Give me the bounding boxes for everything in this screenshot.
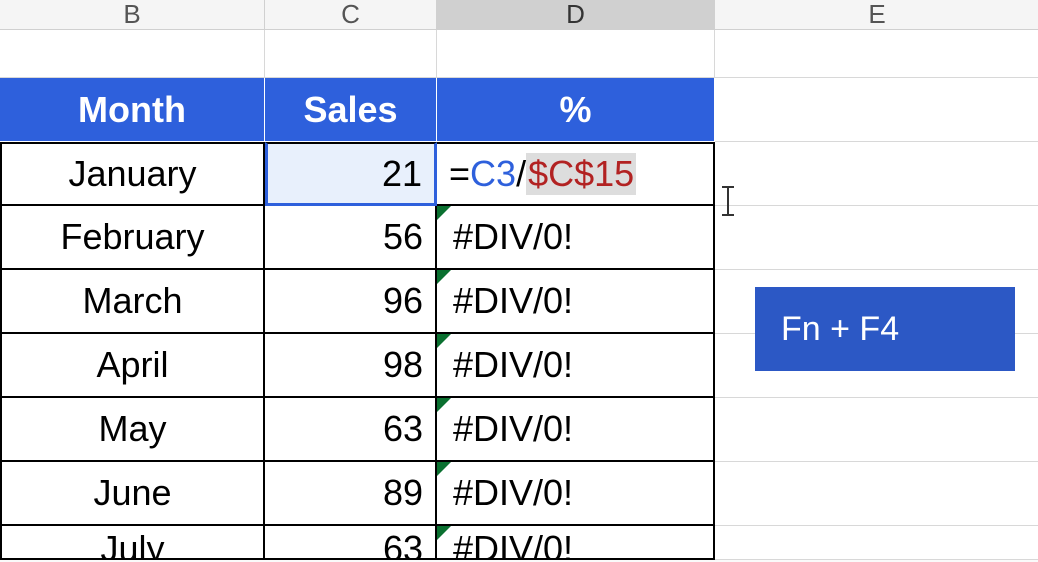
cell-empty[interactable] (715, 462, 1038, 526)
column-sales: Sales 21 56 96 98 63 89 63 (265, 30, 437, 560)
cell-sales[interactable]: 96 (265, 270, 437, 334)
shortcut-callout: Fn + F4 (755, 287, 1015, 371)
header-pct[interactable]: % (437, 78, 715, 142)
cell-empty[interactable] (715, 526, 1038, 560)
cell-sales[interactable]: 63 (265, 526, 437, 560)
error-indicator-icon (437, 462, 451, 476)
cell-month[interactable]: March (0, 270, 265, 334)
text-cursor-icon (722, 186, 734, 216)
cell-sales[interactable]: 63 (265, 398, 437, 462)
error-text: #DIV/0! (453, 216, 573, 258)
cell-empty[interactable] (265, 30, 437, 78)
cell-empty[interactable] (715, 206, 1038, 270)
col-header-b[interactable]: B (0, 0, 265, 30)
error-indicator-icon (437, 206, 451, 220)
error-text: #DIV/0! (453, 408, 573, 450)
spreadsheet-grid: B C D E Month January February March Apr… (0, 0, 1038, 560)
cell-month[interactable]: February (0, 206, 265, 270)
formula-divide: / (516, 153, 526, 195)
cell-empty[interactable] (437, 30, 715, 78)
formula-equals: = (449, 153, 470, 195)
cell-month[interactable]: April (0, 334, 265, 398)
cell-pct-error[interactable]: #DIV/0! (437, 206, 715, 270)
cell-pct-error[interactable]: #DIV/0! (437, 398, 715, 462)
error-indicator-icon (437, 270, 451, 284)
cell-empty[interactable] (715, 78, 1038, 142)
formula-ref-absolute: $C$15 (526, 153, 636, 195)
cell-pct-error[interactable]: #DIV/0! (437, 526, 715, 560)
cell-sales-active[interactable]: 21 (265, 142, 437, 206)
cell-month[interactable]: May (0, 398, 265, 462)
error-text: #DIV/0! (453, 280, 573, 322)
col-header-d[interactable]: D (437, 0, 715, 30)
formula-ref-relative: C3 (470, 153, 516, 195)
error-text: #DIV/0! (453, 472, 573, 514)
error-indicator-icon (437, 334, 451, 348)
col-header-e[interactable]: E (715, 0, 1038, 30)
cell-month[interactable]: July (0, 526, 265, 560)
cell-pct-error[interactable]: #DIV/0! (437, 270, 715, 334)
cell-pct-error[interactable]: #DIV/0! (437, 462, 715, 526)
error-text: #DIV/0! (453, 344, 573, 386)
header-month[interactable]: Month (0, 78, 265, 142)
header-sales[interactable]: Sales (265, 78, 437, 142)
cell-sales[interactable]: 56 (265, 206, 437, 270)
error-indicator-icon (437, 398, 451, 412)
column-headers: B C D E (0, 0, 1038, 30)
cell-empty[interactable] (0, 30, 265, 78)
cell-empty[interactable] (715, 398, 1038, 462)
cell-empty[interactable] (715, 142, 1038, 206)
cell-pct-error[interactable]: #DIV/0! (437, 334, 715, 398)
cell-empty[interactable] (715, 30, 1038, 78)
cell-formula-editing[interactable]: =C3/$C$15 (437, 142, 715, 206)
column-month: Month January February March April May J… (0, 30, 265, 560)
cell-month[interactable]: June (0, 462, 265, 526)
column-pct: % =C3/$C$15 #DIV/0! #DIV/0! #DIV/0! #DIV… (437, 30, 715, 560)
cell-sales[interactable]: 89 (265, 462, 437, 526)
shortcut-text: Fn + F4 (781, 310, 899, 349)
cell-sales[interactable]: 98 (265, 334, 437, 398)
cell-month[interactable]: January (0, 142, 265, 206)
error-indicator-icon (437, 526, 451, 540)
col-header-c[interactable]: C (265, 0, 437, 30)
error-text: #DIV/0! (453, 528, 573, 560)
